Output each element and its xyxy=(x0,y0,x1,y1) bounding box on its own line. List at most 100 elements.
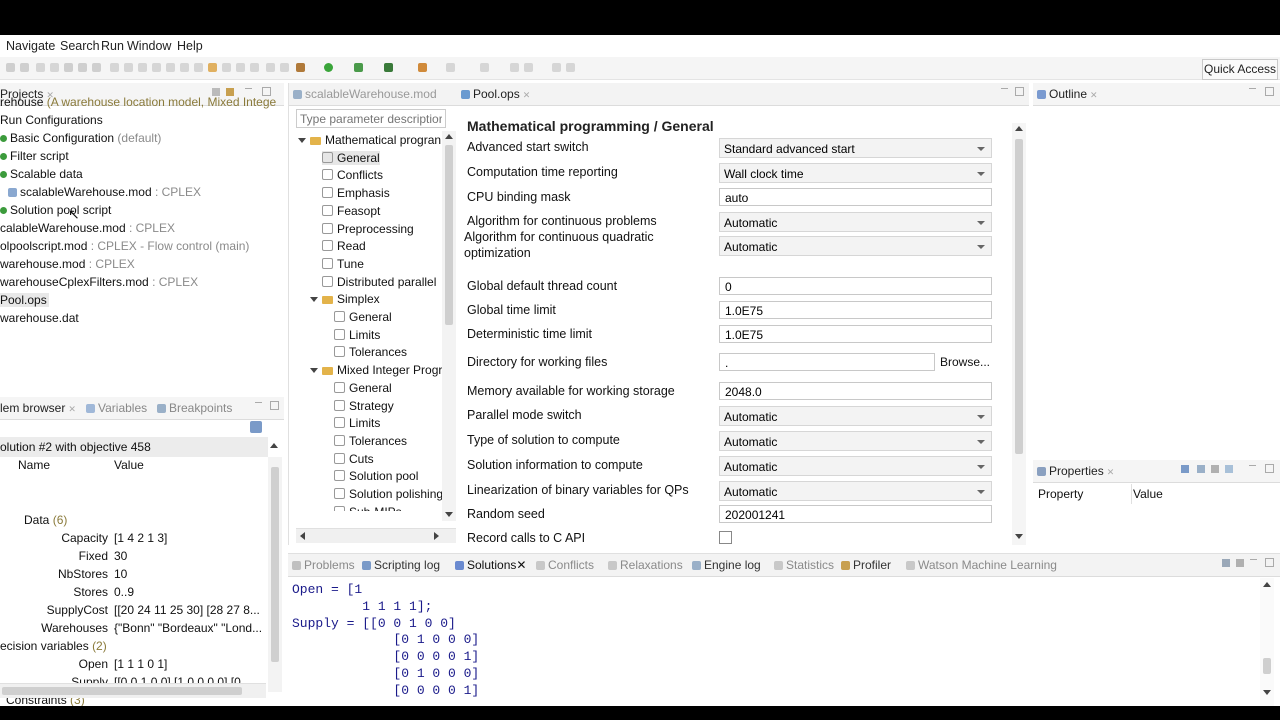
scroll-right-icon[interactable] xyxy=(434,532,439,540)
minimize-icon[interactable] xyxy=(1250,559,1257,563)
menu-run[interactable]: Run xyxy=(101,39,124,53)
tree-item[interactable]: Limits xyxy=(334,328,380,342)
tree-item[interactable]: Limits xyxy=(334,416,380,430)
directory-field[interactable]: . xyxy=(719,353,935,371)
advanced-icon[interactable] xyxy=(1211,465,1219,473)
project-item[interactable]: warehouse.mod : CPLEX xyxy=(0,257,135,271)
scroll-thumb[interactable] xyxy=(1263,658,1271,674)
forward-icon[interactable] xyxy=(552,63,561,72)
browser-row-value[interactable]: [[20 24 11 25 30] [28 27 8... xyxy=(114,603,264,617)
layout-icon[interactable] xyxy=(266,63,275,72)
project-item[interactable]: Scalable data xyxy=(0,167,83,181)
tree-item[interactable]: Tune xyxy=(322,257,364,271)
browser-row-name[interactable]: NbStores xyxy=(58,567,108,581)
solutions-output[interactable]: Open = [1 1 1 1 1]; Supply = [[0 0 1 0 0]… xyxy=(292,582,1252,702)
sort-icon[interactable] xyxy=(222,63,231,72)
tree-item[interactable]: Distributed parallel xyxy=(322,275,436,289)
pause-icon[interactable] xyxy=(124,63,133,72)
filter-icon[interactable] xyxy=(236,63,245,72)
browser-hscrollbar[interactable] xyxy=(0,683,266,698)
project-item[interactable]: warehouse.dat xyxy=(0,311,79,325)
tab-scripting-log[interactable]: Scripting log xyxy=(362,558,440,572)
scroll-down-icon[interactable] xyxy=(1015,534,1023,539)
minimize-icon[interactable] xyxy=(1001,88,1008,92)
back-icon[interactable] xyxy=(510,63,519,72)
maximize-icon[interactable] xyxy=(1265,87,1274,96)
undo-icon[interactable] xyxy=(36,63,45,72)
browser-row-name[interactable]: SupplyCost xyxy=(47,603,108,617)
scroll-thumb[interactable] xyxy=(271,467,279,662)
step-icon[interactable] xyxy=(110,63,119,72)
tree-item[interactable]: Emphasis xyxy=(322,186,390,200)
browser-row-value[interactable]: 0..9 xyxy=(114,585,264,599)
grid-icon[interactable] xyxy=(280,63,289,72)
close-icon[interactable]: ✕ xyxy=(68,404,76,414)
tree-item[interactable]: Preprocessing xyxy=(322,222,414,236)
maximize-icon[interactable] xyxy=(1015,87,1024,96)
project-item[interactable]: scalableWarehouse.mod : CPLEX xyxy=(8,185,201,199)
tree-item[interactable]: Simplex xyxy=(310,292,380,306)
tree-item[interactable]: Solution pool xyxy=(334,469,418,483)
browser-row-value[interactable]: [1 1 1 0 1] xyxy=(114,657,264,671)
menu-window[interactable]: Window xyxy=(127,39,171,53)
minimize-icon[interactable] xyxy=(255,402,262,406)
column-divider[interactable] xyxy=(1131,484,1132,504)
step-into-icon[interactable] xyxy=(166,63,175,72)
scroll-thumb[interactable] xyxy=(1015,139,1023,454)
zoom-icon[interactable] xyxy=(250,63,259,72)
tab-relaxations[interactable]: Relaxations xyxy=(608,558,683,572)
run-icon[interactable] xyxy=(324,63,333,72)
close-icon[interactable]: ✕ xyxy=(1107,467,1115,477)
scroll-left-icon[interactable] xyxy=(300,532,305,540)
tab-breakpoints[interactable]: Breakpoints xyxy=(157,401,232,415)
tab-conflicts[interactable]: Conflicts xyxy=(536,558,594,572)
step-over-icon[interactable] xyxy=(180,63,189,72)
tree-item[interactable]: Sub-MIPs xyxy=(334,505,402,511)
param-combo[interactable]: Automatic xyxy=(719,481,992,501)
parameter-filter-input[interactable] xyxy=(296,109,446,128)
expand-icon[interactable] xyxy=(310,368,318,374)
minimize-icon[interactable] xyxy=(1249,88,1256,92)
project-item[interactable]: warehouseCplexFilters.mod : CPLEX xyxy=(0,275,198,289)
browser-row-value[interactable]: {"Bonn" "Bordeaux" "Lond... xyxy=(114,621,264,635)
forward-history-icon[interactable] xyxy=(566,63,575,72)
categories-icon[interactable] xyxy=(1197,465,1205,473)
param-combo[interactable]: Automatic xyxy=(719,406,992,426)
browser-row-name[interactable]: Warehouses xyxy=(41,621,108,635)
tab-scalablewarehouse-mod[interactable]: scalableWarehouse.mod xyxy=(293,87,437,101)
param-text-field[interactable]: 202001241 xyxy=(719,505,992,523)
menu-search[interactable]: Search xyxy=(60,39,100,53)
param-text-field[interactable]: 0 xyxy=(719,277,992,295)
scroll-thumb[interactable] xyxy=(445,145,453,325)
copy-icon[interactable] xyxy=(78,63,87,72)
maximize-icon[interactable] xyxy=(1265,558,1274,567)
new-icon[interactable] xyxy=(6,63,15,72)
form-vscrollbar[interactable] xyxy=(1012,123,1026,545)
tree-item[interactable]: Tolerances xyxy=(334,434,407,448)
param-text-field[interactable]: 1.0E75 xyxy=(719,325,992,343)
redo-icon[interactable] xyxy=(50,63,59,72)
project-item[interactable]: calableWarehouse.mod : CPLEX xyxy=(0,221,175,235)
display-icon[interactable] xyxy=(1222,559,1230,567)
minimize-icon[interactable] xyxy=(1249,465,1256,469)
param-text-field[interactable]: auto xyxy=(719,188,992,206)
expand-icon[interactable] xyxy=(298,138,306,143)
close-icon[interactable]: ✕ xyxy=(523,90,531,100)
terminate-icon[interactable] xyxy=(152,63,161,72)
tree-item[interactable]: Mathematical progran xyxy=(298,133,441,147)
tree-item[interactable]: General xyxy=(334,310,392,324)
restore-default-icon[interactable] xyxy=(1225,465,1233,473)
paste-icon[interactable] xyxy=(92,63,101,72)
debug-icon[interactable] xyxy=(296,63,305,72)
expand-icon[interactable] xyxy=(310,297,318,303)
param-combo[interactable]: Automatic xyxy=(719,456,992,476)
save-icon[interactable] xyxy=(20,63,29,72)
tree-item[interactable]: Tolerances xyxy=(334,345,407,359)
project-item[interactable]: Run Configurations xyxy=(0,113,103,127)
tree-item[interactable]: Cuts xyxy=(334,452,374,466)
browser-row-name[interactable]: Stores xyxy=(73,585,108,599)
browser-row-value[interactable]: 30 xyxy=(114,549,264,563)
project-item[interactable]: rehouse (A warehouse location model, Mix… xyxy=(0,95,276,109)
scroll-down-icon[interactable] xyxy=(1263,690,1271,695)
browser-row-name[interactable]: Capacity xyxy=(61,531,108,545)
